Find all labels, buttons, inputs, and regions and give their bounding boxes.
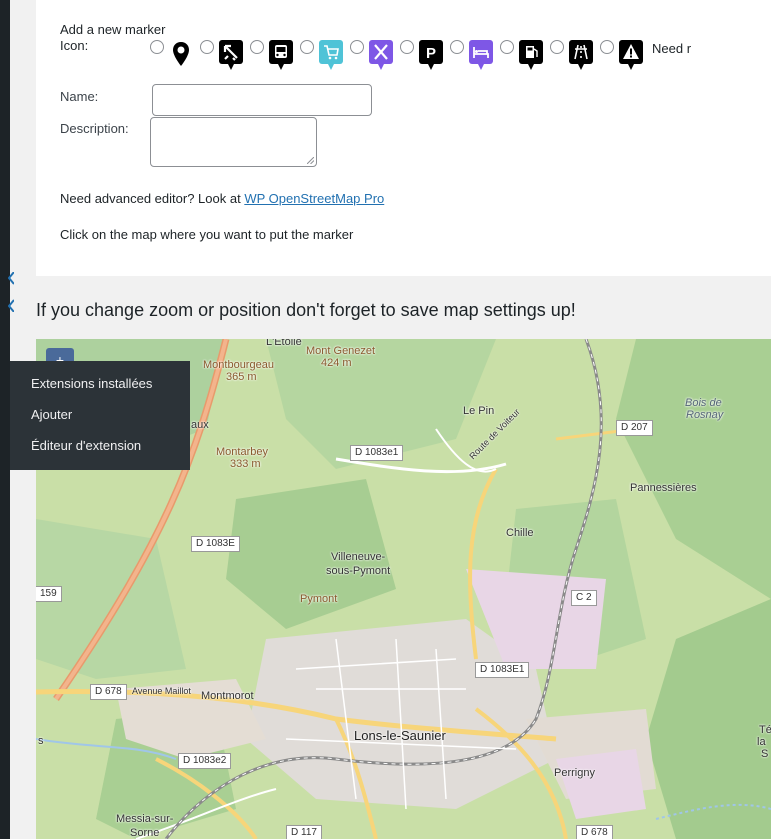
svg-text:P: P xyxy=(426,45,436,62)
map-place-messia: Messia-sur- xyxy=(116,813,174,825)
map-place-montmorot: Montmorot xyxy=(201,690,254,702)
road-label-avenue-maillot: Avenue Maillot xyxy=(132,686,191,696)
map-place-mont-genezet-alt: 424 m xyxy=(321,357,352,369)
shopping-cart-icon[interactable] xyxy=(318,38,344,72)
map-place-etoile: L'Étoile xyxy=(266,339,302,348)
icon-radio[interactable] xyxy=(600,40,614,54)
airport-icon[interactable] xyxy=(218,38,244,72)
fuel-station-icon[interactable] xyxy=(518,38,544,72)
resize-grip-icon[interactable] xyxy=(307,157,314,164)
map-place-mont-genezet: Mont Genezet xyxy=(306,345,376,357)
map-place-te-3: S xyxy=(761,748,769,760)
road-label-d1083e: D 1083E xyxy=(191,536,240,552)
map-place-pymont: Pymont xyxy=(300,593,338,605)
add-marker-title: Add a new marker xyxy=(60,22,166,37)
road-label-d678-bottom: D 678 xyxy=(576,825,613,839)
map-place-pannessieres: Pannessières xyxy=(630,482,697,494)
map-place-chille: Chille xyxy=(506,527,534,539)
road-label-d678-left: D 678 xyxy=(90,684,127,700)
map-place-villeneuve: Villeneuve- xyxy=(331,551,386,563)
icon-radio[interactable] xyxy=(200,40,214,54)
save-settings-warning: If you change zoom or position don't for… xyxy=(36,300,576,320)
icon-picker: P Need r xyxy=(150,38,691,78)
name-label: Name: xyxy=(60,89,99,104)
icon-radio[interactable] xyxy=(300,40,314,54)
icon-radio[interactable] xyxy=(350,40,364,54)
map-place-montarbey: Montarbey xyxy=(216,446,268,458)
description-textarea[interactable] xyxy=(150,117,317,167)
parking-icon[interactable]: P xyxy=(418,38,444,72)
map-place-bois-de-rosnay: Bois de xyxy=(685,397,722,409)
menu-item-extension-editor[interactable]: Éditeur d'extension xyxy=(10,430,190,461)
road-label-d117: D 117 xyxy=(286,825,322,839)
description-label: Description: xyxy=(60,121,129,136)
highway-icon[interactable] xyxy=(568,38,594,72)
map-place-te-2: la xyxy=(757,736,766,748)
map-place-aux: aux xyxy=(191,419,209,431)
marker-form-panel: Add a new marker Icon: P Need r Name: De… xyxy=(36,0,771,276)
click-hint-text: Click on the map where you want to put t… xyxy=(60,227,354,242)
warning-icon[interactable] xyxy=(618,38,644,72)
map-place-villeneuve-2: sous-Pymont xyxy=(326,565,391,577)
icon-radio[interactable] xyxy=(550,40,564,54)
plugins-flyout-menu: Extensions installées Ajouter Éditeur d'… xyxy=(10,361,190,470)
map-place-montbourgeau-alt: 365 m xyxy=(226,371,257,383)
name-input[interactable] xyxy=(152,84,372,116)
need-more-text: Need r xyxy=(652,41,692,56)
map-place-montbourgeau: Montbourgeau xyxy=(203,359,274,371)
black-pin-icon[interactable] xyxy=(168,38,194,72)
map-place-messia-2: Sorne xyxy=(130,827,160,839)
wp-openstreetmap-pro-link[interactable]: WP OpenStreetMap Pro xyxy=(244,191,384,206)
road-label-d1083e2: D 1083e2 xyxy=(178,753,232,769)
icon-radio[interactable] xyxy=(450,40,464,54)
menu-item-add[interactable]: Ajouter xyxy=(10,399,190,430)
map-place-lons-le-saunier: Lons-le-Saunier xyxy=(354,728,446,743)
road-label-s: s xyxy=(38,735,44,747)
map-place-le-pin: Le Pin xyxy=(463,405,495,417)
hotel-icon[interactable] xyxy=(468,38,494,72)
road-label-159: 159 xyxy=(36,586,62,602)
map-place-te: Té xyxy=(759,724,771,736)
menu-item-installed-extensions[interactable]: Extensions installées xyxy=(10,368,190,399)
road-label-d1083e1-top: D 1083e1 xyxy=(350,445,404,461)
road-label-c2: C 2 xyxy=(571,590,597,606)
road-label-d1083e1-mid: D 1083E1 xyxy=(475,662,530,678)
advanced-editor-prefix: Need advanced editor? Look at xyxy=(60,191,245,206)
bus-icon[interactable] xyxy=(268,38,294,72)
restaurant-icon[interactable] xyxy=(368,38,394,72)
icon-label: Icon: xyxy=(60,38,89,53)
road-label-d207: D 207 xyxy=(616,420,653,436)
collapse-arrow-icon[interactable] xyxy=(8,272,14,312)
icon-radio[interactable] xyxy=(250,40,264,54)
icon-radio[interactable] xyxy=(150,40,164,54)
icon-radio[interactable] xyxy=(400,40,414,54)
admin-sidebar-edge xyxy=(0,0,10,839)
map-place-perrigny: Perrigny xyxy=(554,767,595,779)
advanced-editor-text: Need advanced editor? Look at WP OpenStr… xyxy=(60,191,384,206)
icon-radio[interactable] xyxy=(500,40,514,54)
map-place-montarbey-alt: 333 m xyxy=(230,458,261,470)
map-place-bois-de-rosnay-2: Rosnay xyxy=(686,409,724,421)
